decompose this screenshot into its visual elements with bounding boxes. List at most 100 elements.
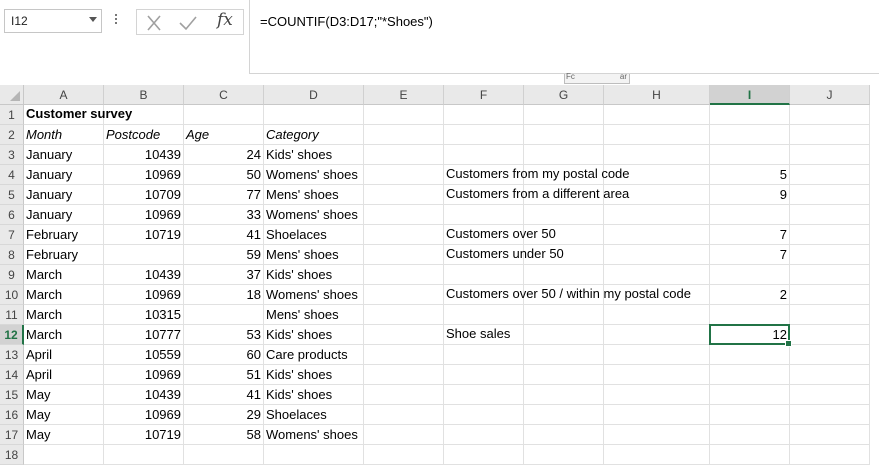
cell-j8[interactable]: [790, 245, 870, 265]
cell-c3[interactable]: 24: [184, 145, 264, 165]
cell-d16[interactable]: Shoelaces: [264, 405, 364, 425]
cancel-icon[interactable]: [141, 13, 167, 33]
cell-d2[interactable]: Category: [264, 125, 364, 145]
cell-e4[interactable]: [364, 165, 444, 185]
cell-f6[interactable]: [444, 205, 524, 225]
column-header-j[interactable]: J: [790, 85, 870, 105]
cell-f4[interactable]: [444, 165, 524, 185]
cell-c18[interactable]: [184, 445, 264, 465]
cell-j16[interactable]: [790, 405, 870, 425]
cell-a13[interactable]: April: [24, 345, 104, 365]
name-box[interactable]: I12: [4, 9, 102, 33]
cell-f2[interactable]: [444, 125, 524, 145]
row-header-11[interactable]: 11: [0, 305, 24, 325]
row-header-17[interactable]: 17: [0, 425, 24, 445]
column-header-g[interactable]: G: [524, 85, 604, 105]
cell-h6[interactable]: [604, 205, 710, 225]
cell-c7[interactable]: 41: [184, 225, 264, 245]
cell-i17[interactable]: [710, 425, 790, 445]
cell-f16[interactable]: [444, 405, 524, 425]
cell-j7[interactable]: [790, 225, 870, 245]
cell-i12[interactable]: 12: [710, 325, 790, 345]
cell-a3[interactable]: January: [24, 145, 104, 165]
cell-h18[interactable]: [604, 445, 710, 465]
row-header-14[interactable]: 14: [0, 365, 24, 385]
cell-h13[interactable]: [604, 345, 710, 365]
row-header-13[interactable]: 13: [0, 345, 24, 365]
cell-j18[interactable]: [790, 445, 870, 465]
cell-g15[interactable]: [524, 385, 604, 405]
cell-i1[interactable]: [710, 105, 790, 125]
cell-e8[interactable]: [364, 245, 444, 265]
cell-b13[interactable]: 10559: [104, 345, 184, 365]
cell-f9[interactable]: [444, 265, 524, 285]
cell-c1[interactable]: [184, 105, 264, 125]
cell-i10[interactable]: 2: [710, 285, 790, 305]
cell-j12[interactable]: [790, 325, 870, 345]
cell-g8[interactable]: [524, 245, 604, 265]
cell-c2[interactable]: Age: [184, 125, 264, 145]
cell-g4[interactable]: [524, 165, 604, 185]
cell-f3[interactable]: [444, 145, 524, 165]
cell-b9[interactable]: 10439: [104, 265, 184, 285]
cell-h9[interactable]: [604, 265, 710, 285]
row-header-12[interactable]: 12: [0, 325, 24, 345]
cell-g10[interactable]: [524, 285, 604, 305]
column-header-h[interactable]: H: [604, 85, 710, 105]
cell-i15[interactable]: [710, 385, 790, 405]
cell-g2[interactable]: [524, 125, 604, 145]
column-header-f[interactable]: F: [444, 85, 524, 105]
cell-i16[interactable]: [710, 405, 790, 425]
cell-c8[interactable]: 59: [184, 245, 264, 265]
cell-f5[interactable]: [444, 185, 524, 205]
cell-a6[interactable]: January: [24, 205, 104, 225]
cell-f1[interactable]: [444, 105, 524, 125]
cell-i6[interactable]: [710, 205, 790, 225]
cell-c12[interactable]: 53: [184, 325, 264, 345]
cell-e6[interactable]: [364, 205, 444, 225]
cell-j2[interactable]: [790, 125, 870, 145]
cell-d14[interactable]: Kids' shoes: [264, 365, 364, 385]
cell-d7[interactable]: Shoelaces: [264, 225, 364, 245]
cell-f10[interactable]: [444, 285, 524, 305]
cell-e3[interactable]: [364, 145, 444, 165]
cell-b14[interactable]: 10969: [104, 365, 184, 385]
cell-b12[interactable]: 10777: [104, 325, 184, 345]
cell-b7[interactable]: 10719: [104, 225, 184, 245]
cell-h10[interactable]: [604, 285, 710, 305]
cell-f7[interactable]: [444, 225, 524, 245]
cell-c9[interactable]: 37: [184, 265, 264, 285]
cell-i14[interactable]: [710, 365, 790, 385]
cell-g5[interactable]: [524, 185, 604, 205]
cell-a18[interactable]: [24, 445, 104, 465]
cell-d11[interactable]: Mens' shoes: [264, 305, 364, 325]
cell-a8[interactable]: February: [24, 245, 104, 265]
row-header-5[interactable]: 5: [0, 185, 24, 205]
cell-c17[interactable]: 58: [184, 425, 264, 445]
column-header-b[interactable]: B: [104, 85, 184, 105]
cell-h17[interactable]: [604, 425, 710, 445]
cell-g9[interactable]: [524, 265, 604, 285]
cell-d12[interactable]: Kids' shoes: [264, 325, 364, 345]
cell-b11[interactable]: 10315: [104, 305, 184, 325]
cell-i7[interactable]: 7: [710, 225, 790, 245]
cell-e18[interactable]: [364, 445, 444, 465]
cell-b2[interactable]: Postcode: [104, 125, 184, 145]
cell-a2[interactable]: Month: [24, 125, 104, 145]
cell-i8[interactable]: 7: [710, 245, 790, 265]
cell-c16[interactable]: 29: [184, 405, 264, 425]
cell-e10[interactable]: [364, 285, 444, 305]
cell-d5[interactable]: Mens' shoes: [264, 185, 364, 205]
column-header-d[interactable]: D: [264, 85, 364, 105]
row-header-3[interactable]: 3: [0, 145, 24, 165]
cell-h5[interactable]: [604, 185, 710, 205]
cell-e7[interactable]: [364, 225, 444, 245]
column-header-i[interactable]: I: [710, 85, 790, 105]
cell-h16[interactable]: [604, 405, 710, 425]
cell-i13[interactable]: [710, 345, 790, 365]
cell-f11[interactable]: [444, 305, 524, 325]
cell-e11[interactable]: [364, 305, 444, 325]
cell-f13[interactable]: [444, 345, 524, 365]
cell-h12[interactable]: [604, 325, 710, 345]
cell-d9[interactable]: Kids' shoes: [264, 265, 364, 285]
